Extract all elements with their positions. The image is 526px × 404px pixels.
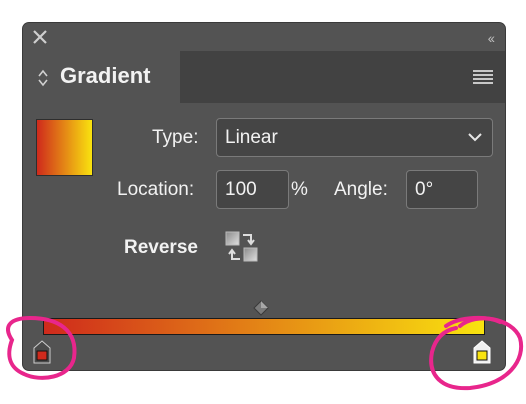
panel-menu-icon[interactable] bbox=[473, 70, 493, 84]
gradient-slider-bar[interactable] bbox=[43, 318, 485, 335]
type-dropdown[interactable]: Linear bbox=[216, 118, 493, 157]
location-input[interactable]: 100 bbox=[216, 170, 289, 209]
location-unit: % bbox=[291, 179, 308, 200]
location-label: Location: bbox=[117, 179, 195, 200]
type-value: Linear bbox=[225, 127, 278, 148]
gradient-panel: ‹‹ Gradient Type: Linear Location: 100 %… bbox=[23, 23, 505, 370]
reverse-gradient-icon[interactable] bbox=[225, 231, 259, 263]
angle-input[interactable]: 0° bbox=[406, 170, 478, 209]
angle-label: Angle: bbox=[334, 179, 388, 200]
color-stop-end[interactable] bbox=[473, 340, 491, 364]
reverse-label: Reverse bbox=[124, 237, 198, 258]
double-chevron-left-icon[interactable]: ‹‹ bbox=[488, 30, 495, 46]
midpoint-diamond-icon[interactable] bbox=[253, 300, 269, 316]
close-icon[interactable] bbox=[31, 28, 49, 46]
type-label: Type: bbox=[152, 127, 199, 148]
panel-titlebar: ‹‹ bbox=[23, 23, 505, 51]
panel-title: Gradient bbox=[60, 63, 151, 88]
tab-gradient[interactable]: Gradient bbox=[23, 51, 180, 103]
chevron-down-icon bbox=[468, 133, 482, 142]
gradient-swatch[interactable] bbox=[37, 120, 92, 175]
color-stop-start[interactable] bbox=[33, 340, 51, 364]
up-down-arrows-icon bbox=[38, 69, 48, 87]
screen: ‹‹ Gradient Type: Linear Location: 100 %… bbox=[0, 0, 526, 404]
location-value: 100 bbox=[225, 179, 257, 200]
angle-value: 0° bbox=[415, 179, 434, 200]
